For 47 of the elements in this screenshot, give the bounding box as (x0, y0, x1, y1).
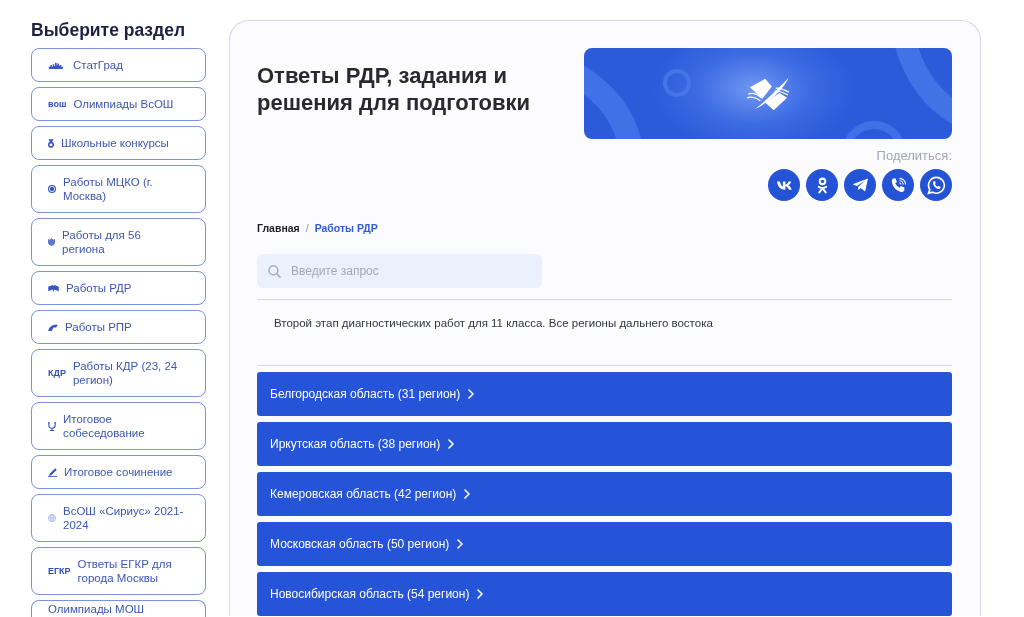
share-button[interactable] (844, 169, 876, 201)
breadcrumb-link[interactable]: Главная (257, 222, 300, 235)
globe-icon (48, 514, 56, 522)
sidebar-item[interactable]: Школьные конкурсы (31, 126, 206, 160)
abbreviation-logo: ЕГКР (48, 566, 71, 576)
sidebar-title: Выберите раздел (31, 20, 187, 40)
share-button[interactable] (882, 169, 914, 201)
vk-icon (775, 179, 793, 191)
description-text: Второй этап диагностических работ для 11 класса. Все регионы дальнего востока (274, 316, 714, 331)
swoosh-icon (48, 323, 58, 331)
region-accordion-button[interactable]: Московская область (50 регион) (257, 522, 952, 566)
sidebar-item[interactable]: Работы для 56 региона (31, 218, 206, 266)
breadcrumb-link[interactable]: Работы РДР (314, 222, 378, 235)
ok-icon (816, 176, 828, 194)
breadcrumb-separator: / (305, 222, 309, 235)
abbreviation-logo: вош (48, 99, 67, 109)
search-icon (268, 265, 281, 278)
share-button[interactable] (920, 169, 952, 201)
sidebar-item[interactable]: Работы РДР (31, 271, 206, 305)
pen-icon (48, 467, 57, 477)
sidebar-item[interactable]: вош Олимпиады ВсОШ (31, 87, 206, 121)
share-button[interactable] (768, 169, 800, 201)
skyline-icon (48, 61, 66, 69)
region-accordion-button[interactable]: Иркутская область (38 регион) (257, 422, 952, 466)
share-button[interactable] (806, 169, 838, 201)
sidebar-item[interactable]: Итоговое сочинение (31, 455, 206, 489)
region-accordion-button[interactable]: Новосибирская область (54 регион) (257, 572, 952, 616)
search-field[interactable]: Введите запрос (257, 254, 542, 288)
region-accordion-button[interactable]: Кемеровская область (42 регион) (257, 472, 952, 516)
sidebar-item[interactable]: СтатГрад (31, 48, 206, 82)
chat-phone-icon (926, 175, 946, 195)
sidebar-item[interactable]: Олимпиады МОШ (31, 600, 206, 617)
medal-icon (48, 138, 54, 148)
target-icon (48, 185, 56, 193)
paper-plane-icon (851, 178, 869, 192)
sidebar-item[interactable]: Итоговое собеседование (31, 402, 206, 450)
sidebar-item[interactable]: Работы РПР (31, 310, 206, 344)
region-accordion-button[interactable]: Белгородская область (31 регион) (257, 372, 952, 416)
crest-icon (48, 238, 55, 246)
sidebar-item[interactable]: ВсОШ «Сириус» 2021-2024 (31, 494, 206, 542)
open-book-icon (48, 284, 59, 292)
cup-icon (48, 421, 56, 431)
page-title: Ответы РДР, задания и решения для подготовки (257, 62, 532, 116)
sidebar-item[interactable]: Работы МЦКО (г. Москва) (31, 165, 206, 213)
phone-icon (889, 176, 907, 194)
share-label: Поделиться: (876, 148, 952, 164)
abbreviation-logo: КДР (48, 368, 66, 378)
